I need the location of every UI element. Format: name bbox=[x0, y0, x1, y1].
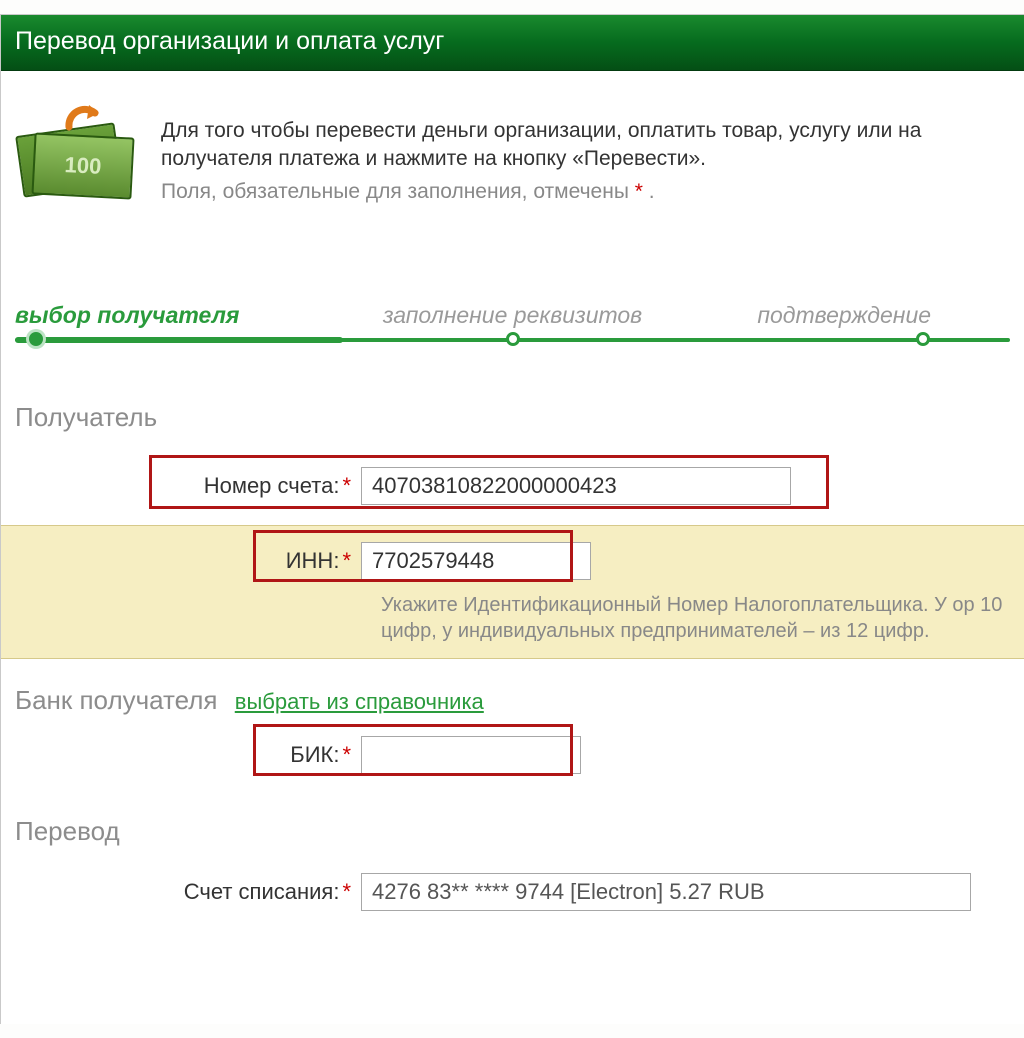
row-debit-account: Счет списания:* 4276 83** **** 9744 [Ele… bbox=[1, 867, 1024, 917]
step-select-recipient[interactable]: выбор получателя bbox=[15, 302, 347, 329]
section-recipient-title: Получатель bbox=[15, 402, 1024, 433]
input-account-number[interactable] bbox=[361, 467, 791, 505]
row-inn: ИНН:* bbox=[1, 536, 1024, 586]
progress-stepper: выбор получателя заполнение реквизитов п… bbox=[15, 302, 1010, 358]
input-inn[interactable] bbox=[361, 542, 591, 580]
recipient-form: Номер счета:* ИНН:* Укажите Идентификаци… bbox=[1, 461, 1024, 659]
select-debit-account[interactable]: 4276 83** **** 9744 [Electron] 5.27 RUB bbox=[361, 873, 971, 911]
intro-text: Для того чтобы перевести деньги организа… bbox=[161, 101, 1024, 206]
window-content: Перевод организации и оплата услуг 100 Д… bbox=[0, 14, 1024, 1024]
page-title: Перевод организации и оплата услуг bbox=[15, 27, 444, 55]
intro-line2: Поля, обязательные для заполнения, отмеч… bbox=[161, 178, 1024, 206]
required-asterisk: * bbox=[635, 180, 643, 203]
label-debit-account: Счет списания:* bbox=[1, 879, 361, 905]
page-header: Перевод организации и оплата услуг bbox=[1, 15, 1024, 71]
row-account: Номер счета:* bbox=[1, 461, 1024, 511]
row-bik: БИК:* bbox=[1, 730, 1024, 780]
step-fill-details[interactable]: заполнение реквизитов bbox=[347, 302, 679, 329]
section-bank-title: Банк получателя выбрать из справочника bbox=[15, 685, 1024, 716]
intro-line1: Для того чтобы перевести деньги организа… bbox=[161, 117, 1024, 174]
row-inn-container: ИНН:* Укажите Идентификационный Номер На… bbox=[1, 525, 1024, 659]
label-account: Номер счета:* bbox=[1, 473, 361, 499]
input-bik[interactable] bbox=[361, 736, 581, 774]
label-bik: БИК:* bbox=[1, 742, 361, 768]
link-choose-from-directory[interactable]: выбрать из справочника bbox=[235, 689, 484, 714]
money-transfer-icon: 100 bbox=[15, 101, 135, 201]
section-transfer-title: Перевод bbox=[15, 816, 1024, 847]
label-inn: ИНН:* bbox=[1, 548, 361, 574]
hint-inn: Укажите Идентификационный Номер Налогопл… bbox=[381, 586, 1024, 654]
intro-block: 100 Для того чтобы перевести деньги орга… bbox=[1, 71, 1024, 206]
step-confirmation[interactable]: подтверждение bbox=[678, 302, 1010, 329]
